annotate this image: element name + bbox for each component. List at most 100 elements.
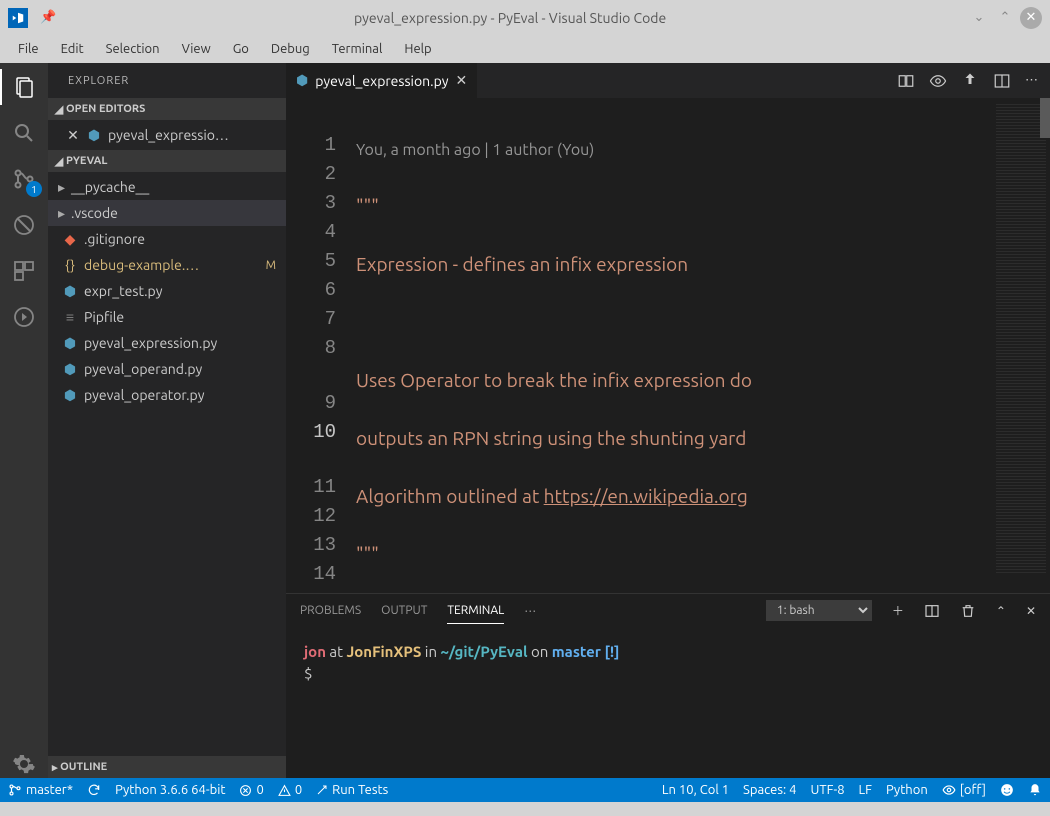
menu-help[interactable]: Help: [394, 38, 441, 60]
file-pyeval-operator[interactable]: ⬢pyeval_operator.py: [48, 382, 286, 408]
menu-view[interactable]: View: [172, 38, 221, 60]
vscode-icon: [8, 8, 28, 28]
status-ln-col[interactable]: Ln 10, Col 1: [662, 783, 729, 797]
maximize-button[interactable]: ⌃: [994, 7, 1016, 29]
json-file-icon: {}: [62, 257, 78, 273]
open-editors-header[interactable]: ◢OPEN EDITORS: [48, 98, 286, 120]
scrollbar-thumb[interactable]: [1040, 98, 1050, 138]
status-notifications-icon[interactable]: [1028, 783, 1042, 797]
code-editor[interactable]: 1 2 3 4 5 6 7 8 9 10 11 12 13 14 You, a …: [286, 98, 1050, 593]
close-tab-icon[interactable]: ✕: [456, 72, 468, 89]
scm-badge: 1: [26, 181, 42, 197]
close-button[interactable]: ✕: [1020, 7, 1042, 29]
project-header[interactable]: ◢PYEVAL: [48, 150, 286, 172]
file-pyeval-operand[interactable]: ⬢pyeval_operand.py: [48, 356, 286, 382]
menu-file[interactable]: File: [8, 38, 49, 60]
file-tree: ▸__pycache__ ▸.vscode ◆.gitignore {}debu…: [48, 172, 286, 410]
status-encoding[interactable]: UTF-8: [810, 783, 844, 797]
tab-pyeval-expression[interactable]: ⬢ pyeval_expression.py ✕: [286, 63, 478, 98]
menu-selection[interactable]: Selection: [96, 38, 170, 60]
editor-group: ⬢ pyeval_expression.py ✕ ⋯ 1 2 3 4 5 6: [286, 63, 1050, 778]
file-expr-test[interactable]: ⬢expr_test.py: [48, 278, 286, 304]
split-editor-icon[interactable]: [993, 72, 1011, 90]
python-file-icon: ⬢: [86, 127, 102, 144]
status-bar: master* Python 3.6.6 64-bit 0 0 Run Test…: [0, 778, 1050, 802]
file-pyeval-expression[interactable]: ⬢pyeval_expression.py: [48, 330, 286, 356]
panel-tab-problems[interactable]: PROBLEMS: [300, 598, 361, 623]
titlebar: 📌 pyeval_expression.py - PyEval - Visual…: [0, 0, 1050, 35]
sidebar: EXPLORER ◢OPEN EDITORS ✕ ⬢ pyeval_expres…: [48, 63, 286, 778]
file-pipfile[interactable]: ≡Pipfile: [48, 304, 286, 330]
source-control-icon[interactable]: 1: [10, 165, 38, 193]
python-file-icon: ⬢: [296, 72, 308, 89]
text-file-icon: ≡: [62, 309, 78, 325]
menu-go[interactable]: Go: [223, 38, 259, 60]
open-editor-item[interactable]: ✕ ⬢ pyeval_expressio…: [48, 122, 286, 148]
python-file-icon: ⬢: [62, 361, 78, 378]
diff-icon[interactable]: [961, 72, 979, 90]
file-gitignore[interactable]: ◆.gitignore: [48, 226, 286, 252]
menu-terminal[interactable]: Terminal: [322, 38, 393, 60]
preview-icon[interactable]: [929, 72, 947, 90]
file-debug-example[interactable]: {}debug-example.…M: [48, 252, 286, 278]
line-number-gutter: 1 2 3 4 5 6 7 8 9 10 11 12 13 14: [286, 98, 356, 593]
settings-icon[interactable]: [10, 750, 38, 778]
status-spaces[interactable]: Spaces: 4: [743, 783, 796, 797]
minimap[interactable]: [992, 98, 1050, 593]
close-editor-icon[interactable]: ✕: [66, 127, 80, 144]
close-panel-icon[interactable]: ✕: [1026, 604, 1036, 618]
status-feedback-icon[interactable]: [1000, 783, 1014, 797]
status-warnings[interactable]: 0: [278, 783, 302, 797]
tab-label: pyeval_expression.py: [315, 73, 448, 89]
terminal-selector[interactable]: 1: bash: [766, 600, 872, 621]
python-file-icon: ⬢: [62, 283, 78, 300]
workbench: 1 EXPLORER ◢OPEN EDITORS ✕ ⬢ pyeval_expr…: [0, 63, 1050, 778]
git-file-icon: ◆: [62, 231, 78, 248]
search-icon[interactable]: [10, 119, 38, 147]
panel-tab-output[interactable]: OUTPUT: [381, 598, 427, 623]
python-file-icon: ⬢: [62, 387, 78, 404]
status-eol[interactable]: LF: [859, 783, 872, 797]
new-terminal-icon[interactable]: ＋: [892, 602, 904, 619]
status-language[interactable]: Python: [886, 783, 928, 797]
kill-terminal-icon[interactable]: [960, 603, 976, 619]
panel-tabs: PROBLEMS OUTPUT TERMINAL ⋯ 1: bash ＋ ⌃ ✕: [286, 594, 1050, 627]
status-python[interactable]: Python 3.6.6 64-bit: [115, 783, 225, 797]
folder-pycache[interactable]: ▸__pycache__: [48, 174, 286, 200]
explorer-icon[interactable]: [10, 73, 38, 101]
split-terminal-icon[interactable]: [924, 603, 940, 619]
codelens-author[interactable]: You, a month ago | 1 author (You): [356, 137, 992, 163]
folder-vscode[interactable]: ▸.vscode: [48, 200, 286, 226]
window-title: pyeval_expression.py - PyEval - Visual S…: [56, 10, 964, 26]
code-content[interactable]: You, a month ago | 1 author (You) """ Ex…: [356, 98, 992, 593]
terminal-prompt: $: [304, 663, 1032, 685]
more-actions-icon[interactable]: ⋯: [1025, 73, 1038, 88]
open-editor-label: pyeval_expressio…: [108, 127, 229, 143]
status-errors[interactable]: 0: [239, 783, 263, 797]
activity-bar: 1: [0, 63, 48, 778]
debug-icon[interactable]: [10, 211, 38, 239]
status-branch[interactable]: master*: [8, 783, 73, 797]
editor-tabs: ⬢ pyeval_expression.py ✕ ⋯: [286, 63, 1050, 98]
pin-icon[interactable]: 📌: [40, 10, 56, 25]
editor-actions: ⋯: [885, 63, 1050, 98]
menu-debug[interactable]: Debug: [261, 38, 320, 60]
liveshare-icon[interactable]: [10, 303, 38, 331]
sidebar-title: EXPLORER: [48, 63, 286, 98]
panel: PROBLEMS OUTPUT TERMINAL ⋯ 1: bash ＋ ⌃ ✕…: [286, 593, 1050, 778]
extensions-icon[interactable]: [10, 257, 38, 285]
terminal[interactable]: jon at JonFinXPS in ~/git/PyEval on mast…: [286, 627, 1050, 778]
status-run-tests[interactable]: Run Tests: [316, 783, 388, 797]
modified-indicator: M: [266, 259, 276, 272]
panel-more-icon[interactable]: ⋯: [524, 604, 536, 618]
python-file-icon: ⬢: [62, 335, 78, 352]
maximize-panel-icon[interactable]: ⌃: [996, 604, 1006, 618]
status-liveshare[interactable]: [off]: [942, 783, 986, 797]
menu-edit[interactable]: Edit: [51, 38, 94, 60]
minimize-button[interactable]: ⌄: [968, 7, 990, 29]
compare-icon[interactable]: [897, 72, 915, 90]
outline-header[interactable]: ▸ OUTLINE: [48, 756, 286, 778]
status-sync[interactable]: [87, 783, 101, 797]
menubar: File Edit Selection View Go Debug Termin…: [0, 35, 1050, 63]
panel-tab-terminal[interactable]: TERMINAL: [447, 598, 504, 624]
